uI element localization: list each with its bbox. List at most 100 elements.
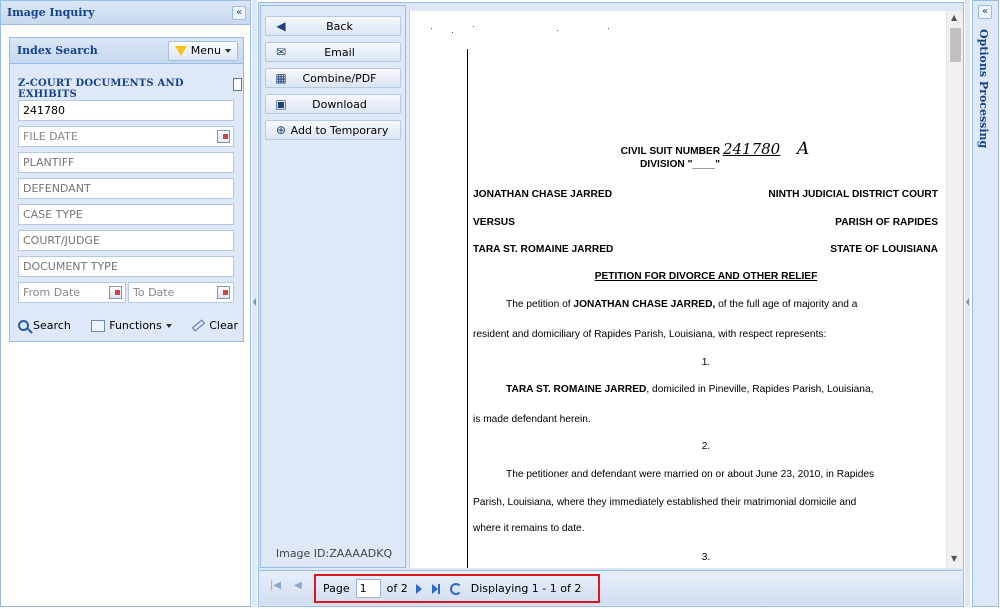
plantiff-input[interactable] <box>18 152 234 173</box>
court-judge-input[interactable] <box>18 230 234 251</box>
download-label: Download <box>312 97 367 111</box>
state-name: STATE OF LOUISIANA <box>830 244 938 255</box>
case-number-input[interactable] <box>18 100 234 121</box>
paragraph-2-line-2: is made defendant herein. <box>473 414 591 425</box>
back-button[interactable]: ◀ Back <box>265 16 401 36</box>
to-date-field[interactable]: To Date <box>128 282 234 303</box>
document-viewer: ◀ Back ✉ Email ▦ Combine/PDF ▣ Download … <box>258 2 964 607</box>
previous-page-icon[interactable]: ◀ <box>294 580 302 591</box>
paging-toolbar: |◀ ◀ Page of 2 Displaying 1 - 1 of 2 <box>260 570 962 605</box>
calendar-icon[interactable] <box>217 286 230 299</box>
calendar-icon[interactable] <box>109 286 122 299</box>
from-date-field[interactable]: From Date <box>18 282 126 303</box>
file-date-field[interactable]: FILE DATE <box>18 126 234 147</box>
to-date-placeholder: To Date <box>133 286 175 299</box>
paragraph-number-2: 2. <box>701 441 711 452</box>
right-splitter[interactable] <box>965 0 970 607</box>
page-label: Page <box>323 582 350 595</box>
combine-icon: ▦ <box>275 71 287 85</box>
funnel-icon <box>174 45 187 56</box>
menu-label: Menu <box>190 44 221 57</box>
functions-icon <box>91 319 106 332</box>
collapse-left-panel-button[interactable]: « <box>232 5 246 20</box>
document-page: CIVIL SUIT NUMBER 241780 A DIVISION "___… <box>410 11 947 568</box>
versus-label: VERSUS <box>473 217 515 228</box>
options-processing-panel[interactable]: « Options Processing <box>972 0 999 607</box>
document-scrollbar[interactable]: ▲ ▼ <box>946 11 963 568</box>
add-to-temporary-label: Add to Temporary <box>290 123 389 137</box>
paragraph-1-line-2: resident and domiciliary of Rapides Pari… <box>473 329 827 340</box>
image-inquiry-header: Image Inquiry « <box>1 1 250 25</box>
case-type-input[interactable] <box>18 204 234 225</box>
civil-suit-label: CIVIL SUIT NUMBER <box>620 146 721 157</box>
clear-label: Clear <box>209 319 238 332</box>
functions-label: Functions <box>109 319 162 332</box>
document-icon[interactable] <box>233 78 242 91</box>
p1-text-c: of the full age of majority and a <box>715 299 858 310</box>
download-button[interactable]: ▣ Download <box>265 94 401 114</box>
paragraph-3-line-3: where it remains to date. <box>473 523 585 534</box>
p1-text-b: JONATHAN CHASE JARRED, <box>573 299 716 310</box>
index-search-panel: Index Search Menu Z-COURT DOCUMENTS AND … <box>9 37 244 342</box>
refresh-icon[interactable] <box>449 582 462 595</box>
splitter-arrow-icon[interactable] <box>966 298 969 306</box>
scan-speck <box>608 28 609 29</box>
combine-label: Combine/PDF <box>302 71 377 85</box>
paragraph-number-1: 1. <box>701 357 711 368</box>
paragraph-3-line-2: Parish, Louisiana, where they immediatel… <box>473 497 857 508</box>
document-type-input[interactable] <box>18 256 234 277</box>
calendar-icon[interactable] <box>217 130 230 143</box>
paragraph-number-3: 3. <box>701 552 711 563</box>
scroll-up-icon[interactable]: ▲ <box>951 13 957 22</box>
court-name: NINTH JUDICIAL DISTRICT COURT <box>768 189 938 200</box>
search-button[interactable]: Search <box>18 319 71 332</box>
file-date-placeholder: FILE DATE <box>23 130 78 143</box>
p2-text-a: TARA ST. ROMAINE JARRED <box>506 384 647 395</box>
scan-speck <box>431 28 432 29</box>
next-page-icon[interactable] <box>415 583 422 594</box>
displaying-status: Displaying 1 - 1 of 2 <box>470 582 582 595</box>
chevron-down-icon <box>165 323 172 328</box>
combine-pdf-button[interactable]: ▦ Combine/PDF <box>265 68 401 88</box>
email-label: Email <box>324 45 355 59</box>
menu-button[interactable]: Menu <box>167 40 238 61</box>
last-page-icon[interactable] <box>431 583 440 594</box>
functions-button[interactable]: Functions <box>91 319 172 332</box>
left-splitter[interactable] <box>252 0 257 607</box>
civil-suit-number: CIVIL SUIT NUMBER 241780 A <box>595 139 835 159</box>
document-image-area[interactable]: CIVIL SUIT NUMBER 241780 A DIVISION "___… <box>409 11 963 568</box>
envelope-icon: ✉ <box>275 45 287 59</box>
defendant-input[interactable] <box>18 178 234 199</box>
scrollbar-thumb[interactable] <box>950 28 961 62</box>
paragraph-1-line-1: The petition of JONATHAN CHASE JARRED, o… <box>506 299 857 310</box>
scan-speck <box>557 30 558 31</box>
division-close-quote: " <box>715 159 720 170</box>
back-arrow-icon: ◀ <box>276 19 286 33</box>
document-margin-line <box>467 49 468 568</box>
document-type-heading: Z-COURT DOCUMENTS AND EXHIBITS <box>18 78 184 100</box>
floppy-disk-icon: ▣ <box>275 97 287 111</box>
index-search-header: Index Search Menu <box>10 38 243 64</box>
paragraph-3-line-1: The petitioner and defendant were marrie… <box>506 469 875 480</box>
p1-text-a: The petition of <box>506 299 574 310</box>
plaintiff-name: JONATHAN CHASE JARRED <box>473 189 613 200</box>
splitter-arrow-icon[interactable] <box>253 298 256 306</box>
add-to-temporary-button[interactable]: ⊕ Add to Temporary <box>265 120 401 140</box>
scroll-down-icon[interactable]: ▼ <box>951 554 957 563</box>
first-page-icon[interactable]: |◀ <box>270 580 281 591</box>
expand-right-panel-button[interactable]: « <box>978 5 992 19</box>
options-processing-title: Options Processing <box>977 29 990 149</box>
chevron-down-icon <box>225 48 231 53</box>
scan-speck <box>473 26 474 27</box>
page-number-input[interactable] <box>355 579 381 598</box>
search-icon <box>18 320 29 331</box>
p2-text-b: , domiciled in Pineville, Rapides Parish… <box>646 384 874 395</box>
index-search-title: Index Search <box>17 44 98 57</box>
division-blank: ____ <box>692 159 716 170</box>
eraser-icon <box>192 319 206 332</box>
clear-button[interactable]: Clear <box>192 319 238 332</box>
handwritten-suit-number: 241780 <box>722 140 781 158</box>
division-label: DIVISION " <box>640 159 693 170</box>
pager-controls: Page of 2 Displaying 1 - 1 of 2 <box>314 574 600 603</box>
email-button[interactable]: ✉ Email <box>265 42 401 62</box>
